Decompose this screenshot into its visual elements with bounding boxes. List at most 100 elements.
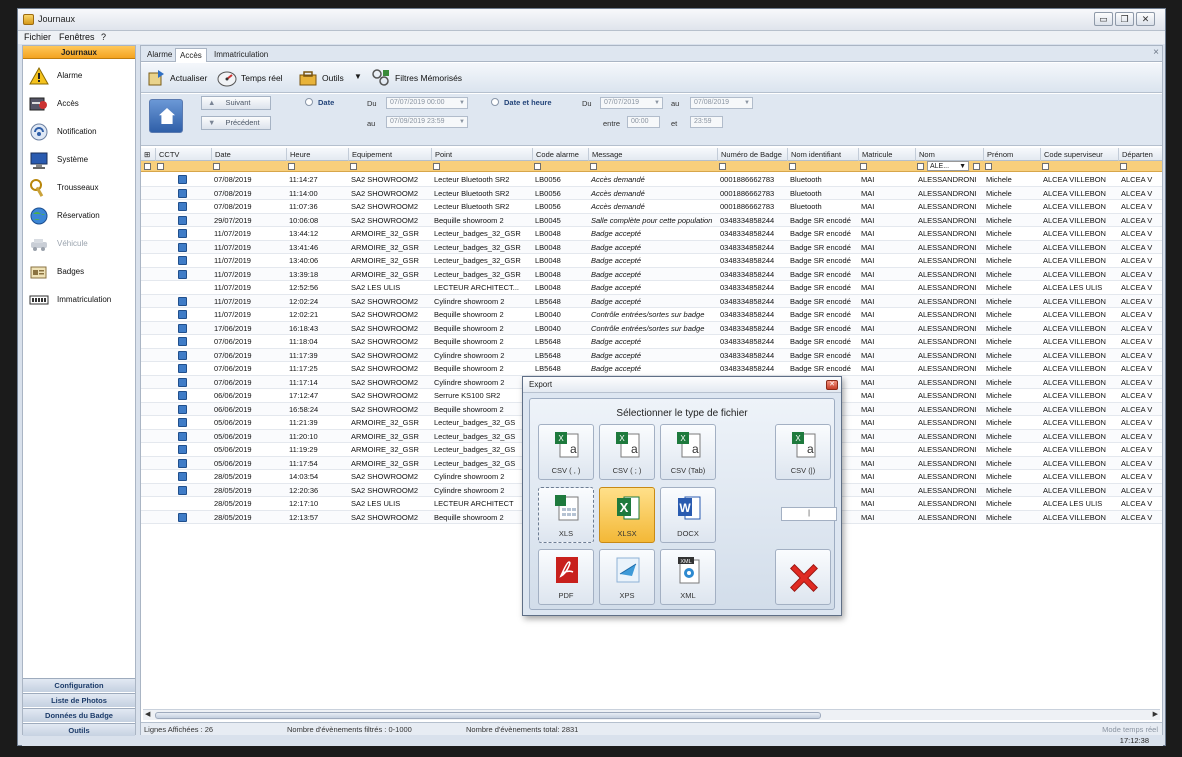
export-xls-button[interactable]: XLS (538, 487, 594, 543)
scroll-left-icon[interactable]: ◀ (145, 710, 150, 718)
filter-icon[interactable] (917, 163, 924, 170)
column-message[interactable]: Message (588, 148, 717, 161)
export-csv-tab-button[interactable]: Xa CSV (Tab) (660, 424, 716, 480)
horizontal-scrollbar[interactable]: ◀ ▶ (143, 709, 1160, 720)
date-from-input[interactable]: 07/07/2019 00:00 ▼ (386, 97, 468, 109)
filter-icon[interactable] (860, 163, 867, 170)
refresh-button[interactable]: Actualiser (144, 66, 210, 90)
table-row[interactable]: 07/06/2019 11:17:25 SA2 SHOWROOM2 Bequille … (141, 362, 1162, 376)
close-window-button[interactable]: ✕ (1136, 12, 1155, 26)
filter-icon[interactable] (1120, 163, 1127, 170)
column-chooser-icon[interactable]: ⊞ (141, 148, 155, 161)
camera-icon[interactable] (178, 404, 187, 414)
filter-icon[interactable] (213, 163, 220, 170)
sidebar-item-trousseaux[interactable]: Trousseaux (27, 176, 133, 200)
camera-icon[interactable] (178, 512, 187, 522)
sidebar-item-alarme[interactable]: Alarme (27, 64, 133, 88)
export-xml-button[interactable]: XML XML (660, 549, 716, 605)
camera-icon[interactable] (178, 472, 187, 481)
datetime-from-input[interactable]: 07/07/2019 ▼ (600, 97, 663, 109)
close-tab-icon[interactable]: × (1153, 47, 1159, 58)
column-cctv[interactable]: CCTV (155, 148, 211, 161)
camera-icon[interactable] (178, 458, 187, 468)
cancel-export-button[interactable] (775, 549, 831, 605)
camera-icon[interactable] (178, 215, 187, 225)
column-nom[interactable]: Nom (915, 148, 983, 161)
filter-icon[interactable] (350, 163, 357, 170)
datetime-to-input[interactable]: 07/08/2019 ▼ (690, 97, 753, 109)
column-point[interactable]: Point (431, 148, 532, 161)
filter-icon[interactable] (985, 163, 992, 170)
sidebar-item-notification[interactable]: Notification (27, 120, 133, 144)
camera-icon[interactable] (178, 445, 187, 454)
tab-alarme[interactable]: Alarme (143, 48, 176, 62)
filter-icon[interactable] (288, 163, 295, 170)
column-supervisor-code[interactable]: Code superviseur (1040, 148, 1118, 161)
export-pdf-button[interactable]: PDF (538, 549, 594, 605)
export-xps-button[interactable]: XPS (599, 549, 655, 605)
realtime-button[interactable]: Temps réel (215, 66, 287, 90)
camera-icon[interactable] (178, 391, 187, 400)
camera-icon[interactable] (178, 431, 187, 441)
camera-icon[interactable] (178, 364, 187, 373)
close-dialog-button[interactable]: ✕ (826, 380, 838, 390)
camera-icon[interactable] (178, 229, 187, 238)
camera-icon[interactable] (178, 296, 187, 306)
clear-filter-icon[interactable] (973, 163, 980, 170)
previous-button[interactable]: ▼ Précédent (201, 116, 271, 130)
column-equipement[interactable]: Equipement (348, 148, 431, 161)
restore-button[interactable]: ❐ (1115, 12, 1134, 26)
menu-fichier[interactable]: Fichier (24, 32, 51, 42)
home-button[interactable] (149, 99, 183, 133)
camera-icon[interactable] (178, 269, 187, 279)
date-to-input[interactable]: 07/09/2019 23:59 ▼ (386, 116, 468, 128)
export-xlsx-button[interactable]: X XLSX (599, 487, 655, 543)
table-row[interactable]: 29/07/2019 10:06:08 SA2 SHOWROOM2 Bequille … (141, 213, 1162, 227)
sidebar-photo-list[interactable]: Liste de Photos (23, 693, 135, 707)
camera-icon[interactable] (178, 350, 187, 360)
filter-icon[interactable] (789, 163, 796, 170)
menu-fenetres[interactable]: Fenêtres (59, 32, 95, 42)
sidebar-item-immatriculation[interactable]: Immatriculation (27, 288, 133, 312)
sidebar-item-systeme[interactable]: Système (27, 148, 133, 172)
time-from-input[interactable]: 00:00 (627, 116, 660, 128)
table-row[interactable]: 11/07/2019 12:02:21 SA2 SHOWROOM2 Bequille … (141, 308, 1162, 322)
camera-icon[interactable] (178, 418, 187, 427)
table-row[interactable]: 11/07/2019 13:40:06 ARMOIRE_32_GSR Lecteur_… (141, 254, 1162, 268)
camera-icon[interactable] (178, 202, 187, 211)
table-row[interactable]: 11/07/2019 13:39:18 ARMOIRE_32_GSR Lecteur_… (141, 267, 1162, 281)
sidebar-badge-data[interactable]: Données du Badge (23, 708, 135, 722)
sidebar-item-vehicule[interactable]: Véhicule (27, 232, 133, 256)
clear-filter-icon[interactable] (144, 163, 151, 170)
camera-icon[interactable] (178, 310, 187, 319)
time-to-input[interactable]: 23:59 (690, 116, 723, 128)
table-row[interactable]: 11/07/2019 13:41:46 ARMOIRE_32_GSR Lecteur_… (141, 240, 1162, 254)
camera-icon[interactable] (178, 175, 187, 184)
menu-help[interactable]: ? (101, 32, 106, 42)
camera-icon[interactable] (178, 377, 187, 387)
table-row[interactable]: 11/07/2019 12:02:24 SA2 SHOWROOM2 Cylindre … (141, 294, 1162, 308)
column-date[interactable]: Date (211, 148, 286, 161)
column-identifier-name[interactable]: Nom identifiant (787, 148, 858, 161)
camera-icon[interactable] (178, 337, 187, 346)
filter-icon[interactable] (433, 163, 440, 170)
datetime-radio[interactable] (491, 98, 499, 106)
name-filter-input[interactable]: ALE... ▼ (927, 161, 969, 171)
date-radio[interactable] (305, 98, 313, 106)
saved-filters-button[interactable]: Filtres Mémorisés (369, 66, 474, 90)
camera-icon[interactable] (178, 188, 187, 198)
table-row[interactable]: 07/08/2019 11:07:36 SA2 SHOWROOM2 Lecteur B… (141, 200, 1162, 214)
table-row[interactable]: 11/07/2019 13:44:12 ARMOIRE_32_GSR Lecteur_… (141, 227, 1162, 241)
separator-input[interactable]: | (781, 507, 837, 521)
camera-icon[interactable] (178, 323, 187, 333)
table-row[interactable]: 07/06/2019 11:17:39 SA2 SHOWROOM2 Cylindre … (141, 348, 1162, 362)
export-docx-button[interactable]: W DOCX (660, 487, 716, 543)
scroll-right-icon[interactable]: ▶ (1153, 710, 1158, 718)
tools-menu-button[interactable]: Outils ▼ (296, 66, 364, 90)
filter-icon[interactable] (590, 163, 597, 170)
table-row[interactable]: 07/08/2019 11:14:27 SA2 SHOWROOM2 Lecteur B… (141, 173, 1162, 187)
sidebar-item-reservation[interactable]: Réservation (27, 204, 133, 228)
sidebar-tools[interactable]: Outils (23, 723, 135, 737)
table-row[interactable]: 17/06/2019 16:18:43 SA2 SHOWROOM2 Bequille … (141, 321, 1162, 335)
tab-immatriculation[interactable]: Immatriculation (210, 48, 272, 62)
